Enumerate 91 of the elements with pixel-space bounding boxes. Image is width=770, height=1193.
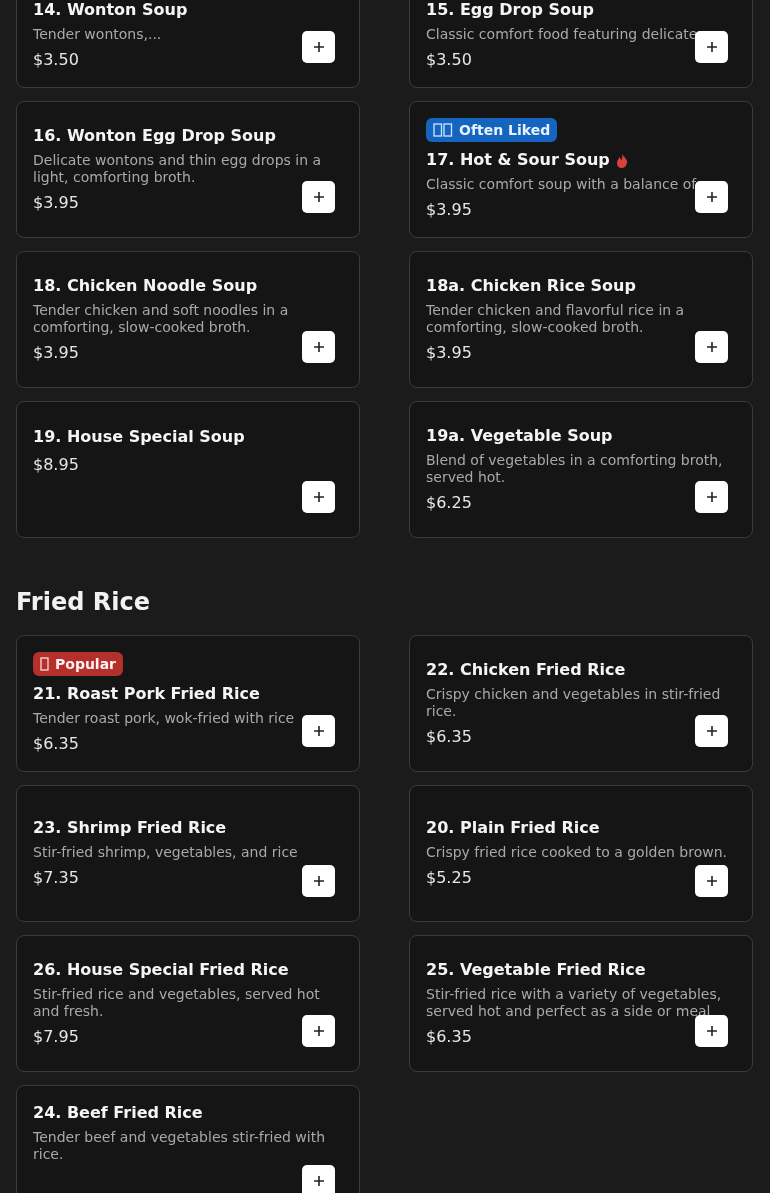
plus-icon (312, 874, 325, 887)
item-description: Stir-fried shrimp, vegetables, and rice (33, 844, 298, 862)
item-price: $8.95 (33, 454, 79, 476)
menu-item-card[interactable]: 19. House Special Soup $8.95 (16, 401, 360, 538)
add-button[interactable] (302, 864, 335, 897)
item-price: $3.95 (33, 342, 79, 364)
item-description: Tender chicken and soft noodles in a comforting, slow-cooked broth. (33, 302, 290, 336)
menu-item-card[interactable]: Popular 21. Roast Pork Fried Rice Tender roast pork, wok-fried with rice $6.35 (16, 634, 360, 772)
item-description: Blend of vegetables in a comforting broth, served hot. (426, 452, 724, 486)
plus-icon (312, 341, 325, 353)
item-description: Tender wontons,... (33, 26, 162, 43)
menu-item-card[interactable]: 23. Shrimp Fried Rice Stir-fried shrimp, vegetables, and rice $7.35 (16, 784, 360, 922)
plus-icon (705, 1024, 718, 1037)
add-button[interactable] (302, 31, 335, 63)
item-description: Delicate wontons and thin egg drops in a light, comforting broth. (33, 152, 323, 186)
plus-icon (312, 1024, 325, 1037)
item-description: Tender chicken and flavorful rice in a comforting, slow-cooked broth. (426, 302, 686, 336)
item-price: $5.25 (426, 867, 472, 890)
item-description: Tender roast pork, wok-fried with rice (33, 709, 295, 727)
add-button[interactable] (302, 181, 335, 213)
section-heading: Fried Rice (16, 588, 151, 617)
menu-item-card[interactable]: 18a. Chicken Rice Soup Tender chicken and flavorful rice in a comforting, slow-cooked broth. $3.95 (409, 251, 753, 388)
item-name: 18a. Chicken Rice Soup (426, 275, 636, 297)
item-price: $7.35 (33, 867, 79, 890)
menu-item-card[interactable]: Often Liked 17. Hot & Sour Soup Classic comfort soup with a balance of $3.95 (409, 101, 753, 238)
menu-item-card[interactable]: 16. Wonton Egg Drop Soup Delicate wontons and thin egg drops in a light, comforting broth. $3.95 (16, 101, 360, 238)
menu-item-card[interactable]: 15. Egg Drop Soup Classic comfort food featuring delicate $3.50 (409, 0, 753, 88)
badge: Popular (33, 651, 124, 676)
item-price: $3.50 (426, 49, 472, 71)
item-price: $6.35 (33, 732, 79, 755)
plus-icon (312, 724, 325, 737)
menu-item-card[interactable]: 14. Wonton Soup Tender wontons,... $3.50 (16, 0, 360, 88)
item-name: 14. Wonton Soup (33, 0, 188, 21)
item-price: $6.35 (426, 1025, 472, 1048)
menu-item-card[interactable]: 22. Chicken Fried Rice Crispy chicken and vegetables in stir-fried rice. $6.35 (409, 634, 753, 772)
item-name: 24. Beef Fried Rice (33, 1101, 203, 1124)
add-button[interactable] (695, 864, 728, 897)
plus-icon (705, 491, 718, 503)
add-button[interactable] (695, 714, 728, 747)
plus-icon (705, 191, 718, 203)
add-button[interactable] (302, 481, 335, 513)
item-description: Crispy chicken and vegetables in stir-fried rice. (426, 685, 722, 720)
item-name: 21. Roast Pork Fried Rice (33, 682, 260, 705)
item-description: Classic comfort soup with a balance of (426, 176, 697, 193)
add-button[interactable] (302, 714, 335, 747)
add-button[interactable] (302, 1164, 335, 1193)
item-name: 17. Hot & Sour Soup (426, 149, 610, 171)
item-description: Tender beef and vegetables stir-fried with rice. (33, 1128, 327, 1163)
missing-glyph-icon (433, 123, 453, 137)
add-button[interactable] (695, 1014, 728, 1047)
menu-item-card[interactable]: 18. Chicken Noodle Soup Tender chicken and soft noodles in a comforting, slow-cooked broth. $3.95 (16, 251, 360, 388)
item-description: Classic comfort food featuring delicate (426, 26, 698, 43)
add-button[interactable] (695, 31, 728, 63)
missing-glyph-icon (40, 656, 49, 671)
item-price: $6.35 (426, 725, 472, 748)
item-name: 26. House Special Fried Rice (33, 958, 289, 981)
plus-icon (705, 341, 718, 353)
menu-item-card[interactable]: 19a. Vegetable Soup Blend of vegetables in a comforting broth, served hot. $6.25 (409, 401, 753, 538)
plus-icon (312, 1174, 325, 1187)
badge: Often Liked (426, 118, 558, 142)
item-price: $3.95 (426, 342, 472, 364)
add-button[interactable] (695, 331, 728, 363)
plus-icon (312, 41, 325, 53)
plus-icon (312, 191, 325, 203)
item-name: 19. House Special Soup (33, 426, 245, 448)
item-price: $3.95 (426, 199, 472, 221)
add-button[interactable] (302, 331, 335, 363)
plus-icon (705, 724, 718, 737)
item-price: $7.95 (33, 1025, 79, 1048)
add-button[interactable] (695, 181, 728, 213)
item-price: $3.95 (33, 192, 79, 214)
menu-item-card[interactable]: 20. Plain Fried Rice Crispy fried rice cooked to a golden brown. $5.25 (409, 784, 753, 922)
plus-icon (312, 491, 325, 503)
item-name: 23. Shrimp Fried Rice (33, 817, 227, 840)
add-button[interactable] (695, 481, 728, 513)
menu-item-card[interactable]: 26. House Special Fried Rice Stir-fried rice and vegetables, served hot and fresh. $7.95 (16, 934, 360, 1072)
item-name: 19a. Vegetable Soup (426, 425, 613, 447)
item-description: Crispy fried rice cooked to a golden brown. (426, 844, 728, 862)
item-name: 15. Egg Drop Soup (426, 0, 594, 21)
add-button[interactable] (302, 1014, 335, 1047)
item-name: 16. Wonton Egg Drop Soup (33, 125, 276, 147)
item-price: $6.25 (426, 492, 472, 514)
item-name: 20. Plain Fried Rice (426, 817, 600, 840)
plus-icon (705, 874, 718, 887)
menu-item-card[interactable]: 24. Beef Fried Rice Tender beef and vegetables stir-fried with rice. (16, 1084, 360, 1193)
plus-icon (705, 41, 718, 53)
item-name: 22. Chicken Fried Rice (426, 658, 626, 681)
item-name: 25. Vegetable Fried Rice (426, 958, 646, 981)
item-description: Stir-fried rice and vegetables, served hot and fresh. (33, 985, 321, 1020)
item-name: 18. Chicken Noodle Soup (33, 275, 258, 297)
item-price: $3.50 (33, 49, 79, 71)
